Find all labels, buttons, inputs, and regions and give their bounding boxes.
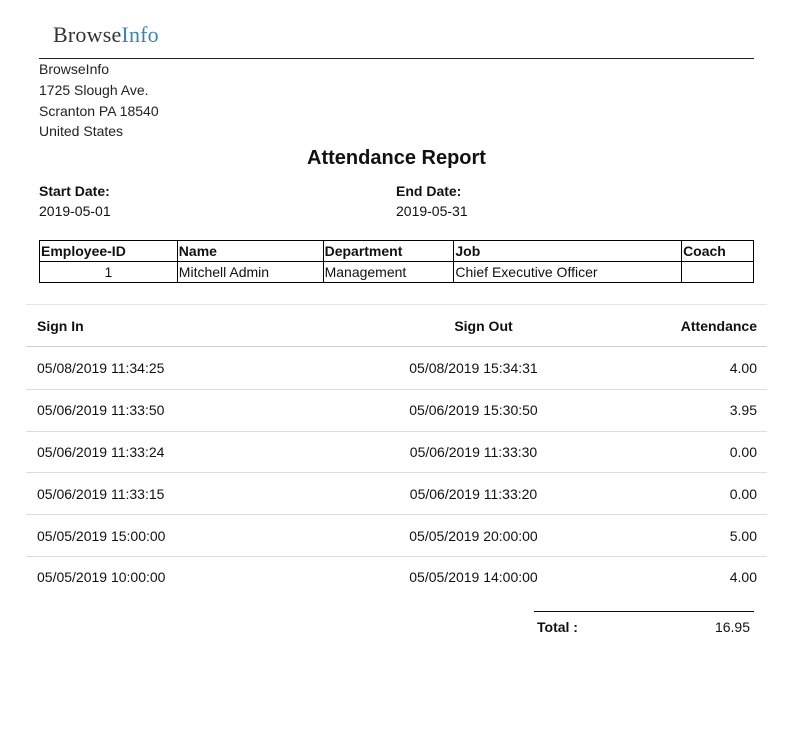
employee-job-cell: Chief Executive Officer bbox=[453, 261, 683, 283]
attendance-row: 05/05/2019 10:00:00 05/05/2019 14:00:00 … bbox=[26, 555, 767, 598]
address-company: BrowseInfo bbox=[39, 61, 110, 77]
logo-text-browse: Browse bbox=[53, 22, 122, 47]
start-date-label: Start Date: bbox=[39, 183, 110, 199]
attendance-cell: 3.95 bbox=[729, 402, 757, 419]
header-department: Department bbox=[322, 240, 455, 262]
sign-in-cell: 05/06/2019 11:33:50 bbox=[37, 402, 165, 419]
sign-out-cell: 05/06/2019 11:33:30 bbox=[409, 443, 538, 460]
employee-table: Employee-ID Name Department Job Coach 1 … bbox=[39, 240, 754, 283]
company-address: BrowseInfo 1725 Slough Ave. Scranton PA … bbox=[39, 59, 159, 142]
header-attendance: Attendance bbox=[680, 317, 757, 334]
employee-department-cell: Management bbox=[322, 261, 455, 283]
header-coach: Coach bbox=[681, 240, 754, 262]
start-date-block: Start Date: 2019-05-01 bbox=[39, 181, 111, 221]
address-street: 1725 Slough Ave. bbox=[39, 81, 149, 98]
sign-out-cell: 05/08/2019 15:34:31 bbox=[409, 359, 538, 376]
attendance-table: Sign In Sign Out Attendance 05/08/2019 1… bbox=[26, 304, 767, 598]
start-date-value: 2019-05-01 bbox=[39, 203, 111, 219]
attendance-cell: 4.00 bbox=[729, 359, 757, 376]
header-sign-out: Sign Out bbox=[454, 317, 513, 334]
logo-text-info: Info bbox=[121, 22, 159, 47]
sign-in-cell: 05/06/2019 11:33:24 bbox=[37, 443, 165, 460]
address-city: Scranton PA 18540 bbox=[39, 102, 159, 119]
sign-out-cell: 05/05/2019 14:00:00 bbox=[409, 569, 538, 586]
attendance-cell: 5.00 bbox=[729, 527, 757, 544]
attendance-row: 05/06/2019 11:33:15 05/06/2019 11:33:20 … bbox=[26, 472, 767, 514]
attendance-row: 05/08/2019 11:34:25 05/08/2019 15:34:31 … bbox=[26, 347, 767, 389]
sign-in-cell: 05/05/2019 10:00:00 bbox=[37, 569, 166, 586]
header-name: Name bbox=[176, 240, 324, 262]
attendance-cell: 0.00 bbox=[729, 443, 757, 460]
sign-out-cell: 05/06/2019 11:33:20 bbox=[409, 485, 538, 502]
total-value: 16.95 bbox=[714, 619, 750, 635]
attendance-row: 05/06/2019 11:33:50 05/06/2019 15:30:50 … bbox=[26, 388, 767, 431]
employee-row: 1 Mitchell Admin Management Chief Execut… bbox=[39, 261, 754, 283]
sign-out-cell: 05/05/2019 20:00:00 bbox=[409, 527, 538, 544]
end-date-value: 2019-05-31 bbox=[396, 203, 468, 219]
report-title: Attendance Report bbox=[307, 147, 486, 169]
employee-coach-cell bbox=[681, 261, 754, 283]
end-date-label: End Date: bbox=[396, 183, 462, 199]
employee-id-cell: 1 bbox=[39, 261, 178, 283]
total-divider bbox=[534, 611, 754, 612]
attendance-row: 05/06/2019 11:33:24 05/06/2019 11:33:30 … bbox=[26, 430, 767, 473]
sign-in-cell: 05/05/2019 15:00:00 bbox=[37, 527, 166, 544]
header-job: Job bbox=[453, 240, 683, 262]
sign-in-cell: 05/06/2019 11:33:15 bbox=[37, 485, 165, 502]
attendance-row: 05/05/2019 15:00:00 05/05/2019 20:00:00 … bbox=[26, 514, 767, 556]
attendance-header-row: Sign In Sign Out Attendance bbox=[26, 304, 767, 347]
header-employee-id: Employee-ID bbox=[39, 240, 178, 262]
header-sign-in: Sign In bbox=[37, 317, 84, 334]
sign-out-cell: 05/06/2019 15:30:50 bbox=[409, 402, 538, 419]
address-country: United States bbox=[39, 123, 124, 140]
attendance-cell: 0.00 bbox=[729, 485, 757, 502]
employee-name-cell: Mitchell Admin bbox=[176, 261, 324, 283]
attendance-cell: 4.00 bbox=[729, 569, 757, 586]
sign-in-cell: 05/08/2019 11:34:25 bbox=[37, 359, 165, 376]
end-date-block: End Date: 2019-05-31 bbox=[396, 181, 468, 221]
company-logo: BrowseInfo bbox=[53, 22, 159, 48]
total-label: Total : bbox=[537, 619, 578, 635]
employee-table-header-row: Employee-ID Name Department Job Coach bbox=[39, 240, 754, 262]
